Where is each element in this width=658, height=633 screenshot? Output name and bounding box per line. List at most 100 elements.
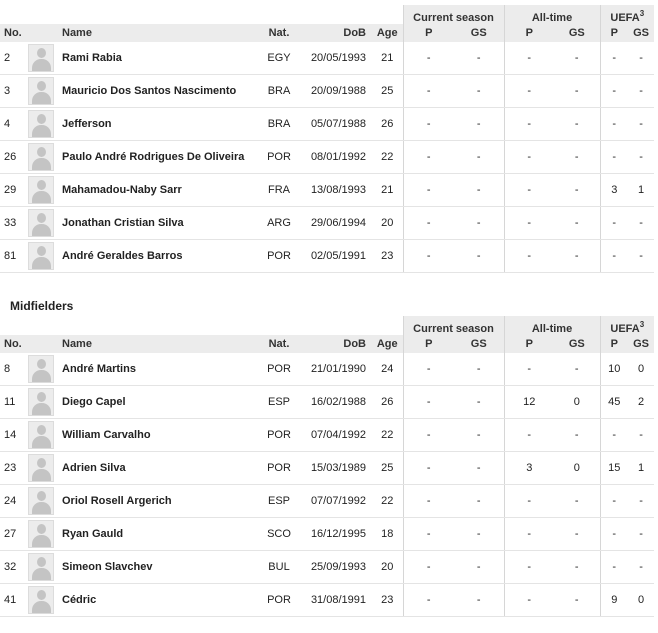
player-number: 4 [0,107,28,141]
uefa-p: - [599,550,629,584]
table-row: 8 André Martins POR 21/01/1990 24- - - -10 0 [0,353,655,386]
player-photo [28,107,58,141]
all-time-gs: - [554,484,601,518]
player-placeholder-icon [28,77,54,105]
current-season-p: - [402,140,454,174]
player-number: 24 [0,484,28,518]
player-dob: 16/02/1988 [296,385,372,419]
all-time-gs: - [554,583,601,617]
player-name[interactable]: Paulo André Rodrigues De Oliveira [58,140,262,174]
player-name[interactable]: Mahamadou-Naby Sarr [58,173,262,207]
player-name[interactable]: Adrien Silva [58,451,262,485]
player-name[interactable]: Simeon Slavchev [58,550,262,584]
player-name[interactable]: Mauricio Dos Santos Nascimento [58,74,262,108]
all-time-gs: 0 [554,451,601,485]
player-age: 25 [372,74,403,108]
all-time-p: - [503,550,555,584]
player-photo [28,550,58,584]
player-name[interactable]: William Carvalho [58,418,262,452]
player-dob: 07/07/1992 [296,484,372,518]
player-nationality: ESP [262,484,296,518]
table-row: 41 Cédric POR 31/08/1991 23- - - -9 0 [0,583,655,617]
uefa-gs: - [628,42,655,75]
all-time-gs: - [554,173,601,207]
player-name[interactable]: Cédric [58,583,262,617]
player-nationality: POR [262,140,296,174]
all-time-p: - [503,107,555,141]
photo-header [28,335,58,353]
player-dob: 07/04/1992 [296,418,372,452]
all-time-gs-header: GS [554,24,601,42]
current-season-header: Current season [402,316,505,335]
current-season-gs: - [454,484,505,518]
current-season-gs: - [454,74,505,108]
all-time-p: 12 [503,385,555,419]
player-placeholder-icon [28,487,54,515]
uefa-footnote: 3 [639,320,645,329]
current-season-p: - [402,418,454,452]
player-nationality: POR [262,583,296,617]
player-number: 27 [0,517,28,551]
current-season-gs: - [454,239,505,273]
uefa-gs: - [628,74,655,108]
uefa-p: 15 [599,451,629,485]
player-nationality: POR [262,239,296,273]
player-name[interactable]: Jefferson [58,107,262,141]
player-placeholder-icon [28,553,54,581]
name-header: Name [58,24,262,42]
player-age: 22 [372,418,403,452]
uefa-gs: - [628,140,655,174]
player-photo [28,74,58,108]
all-time-p-header: P [503,24,555,42]
uefa-p: 3 [599,173,629,207]
uefa-p: - [599,517,629,551]
all-time-p: 3 [503,451,555,485]
player-photo [28,517,58,551]
photo-header [28,24,58,42]
player-nationality: POR [262,451,296,485]
uefa-gs: - [628,418,655,452]
uefa-p: - [599,484,629,518]
all-time-p: - [503,140,555,174]
player-name[interactable]: André Geraldes Barros [58,239,262,273]
table-row: 4 Jefferson BRA 05/07/1988 26- - - - - - [0,107,655,141]
current-season-p: - [402,353,454,386]
player-placeholder-icon [28,388,54,416]
current-season-gs: - [454,353,505,386]
player-placeholder-icon [28,355,54,383]
all-time-p: - [503,42,555,75]
player-name[interactable]: Jonathan Cristian Silva [58,206,262,240]
uefa-gs: - [628,107,655,141]
all-time-gs: - [554,517,601,551]
all-time-gs: - [554,550,601,584]
table-row: 14 William Carvalho POR 07/04/1992 22- - - - - - [0,418,655,452]
table-row: 27 Ryan Gauld SCO 16/12/1995 18- - - - - - [0,517,655,551]
player-photo [28,206,58,240]
all-time-gs: 0 [554,385,601,419]
player-dob: 25/09/1993 [296,550,372,584]
uefa-p: - [599,239,629,273]
current-season-gs: - [454,385,505,419]
player-name[interactable]: André Martins [58,353,262,386]
current-season-p: - [402,484,454,518]
player-age: 21 [372,173,403,207]
player-photo [28,42,58,75]
current-season-gs: - [454,517,505,551]
player-placeholder-icon [28,110,54,138]
player-name[interactable]: Rami Rabia [58,42,262,75]
player-nationality: ESP [262,385,296,419]
current-season-gs: - [454,173,505,207]
uefa-header: UEFA3 [599,316,655,335]
uefa-p: - [599,74,629,108]
player-placeholder-icon [28,586,54,614]
player-number: 2 [0,42,28,75]
uefa-p-header: P [599,335,629,353]
nat-header: Nat. [262,335,296,353]
uefa-gs: - [628,484,655,518]
player-name[interactable]: Diego Capel [58,385,262,419]
player-name[interactable]: Ryan Gauld [58,517,262,551]
uefa-footnote: 3 [639,9,645,18]
player-name[interactable]: Oriol Rosell Argerich [58,484,262,518]
all-time-gs: - [554,74,601,108]
table-row: 24 Oriol Rosell Argerich ESP 07/07/1992 22- -… [0,484,655,518]
